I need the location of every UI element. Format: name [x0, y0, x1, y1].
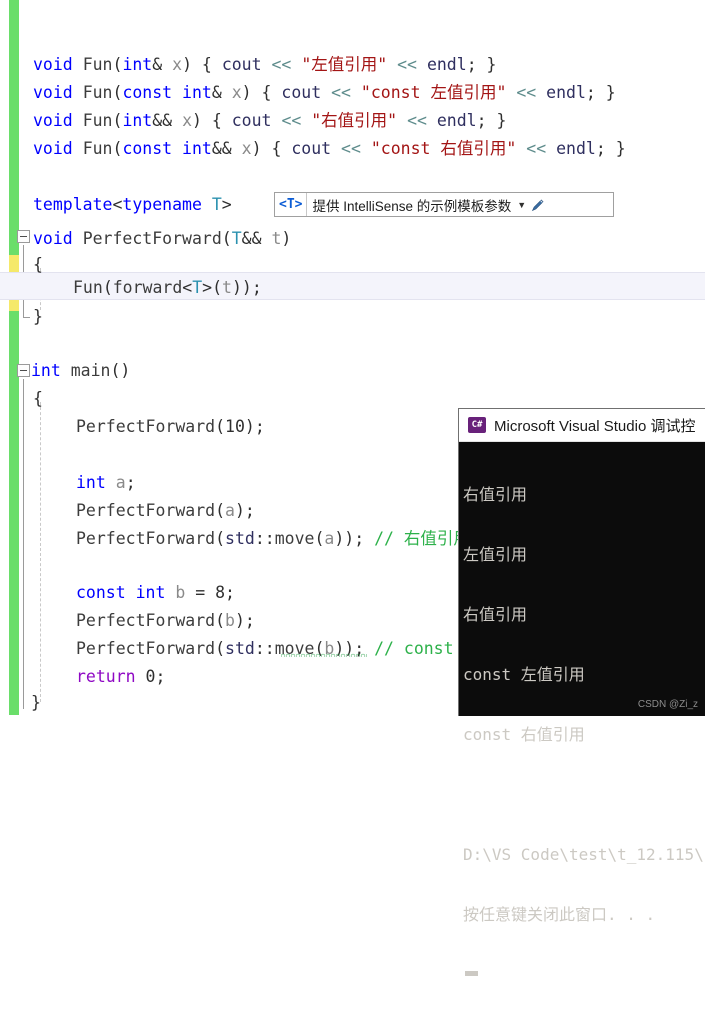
token-string-const-lvalue: "const 左值引用": [360, 83, 507, 102]
code-line-3[interactable]: void Fun(int& x) { cout << "左值引用" << end…: [0, 52, 705, 78]
console-cursor: [465, 971, 478, 976]
token-keyword-int-a: int: [76, 473, 106, 492]
template-param-badge: <T>: [275, 193, 308, 216]
token-keyword-int: int: [122, 55, 153, 74]
intellisense-label: 提供 IntelliSense 的示例模板参数: [312, 198, 512, 214]
console-output-line: 左值引用: [463, 545, 528, 564]
token-function-fun-2: Fun: [82, 83, 113, 102]
token-function-forward: forward: [112, 278, 183, 297]
token-endl-4: endl: [556, 139, 596, 158]
code-line-4[interactable]: void Fun(const int& x) { cout << "const …: [0, 80, 705, 106]
token-keyword-int-4: int: [182, 139, 212, 158]
token-var-a: a: [115, 473, 126, 492]
console-prompt-line: 按任意键关闭此窗口. . .: [463, 905, 656, 924]
token-keyword-void-4: void: [33, 139, 73, 158]
token-keyword-const: const: [122, 83, 173, 102]
token-number-8: 8: [215, 583, 226, 602]
debug-console-window[interactable]: C# Microsoft Visual Studio 调试控 右值引用 左值引用…: [458, 408, 705, 976]
token-type-T: T: [211, 195, 222, 214]
token-param-t: t: [271, 229, 282, 248]
csharp-console-icon: C#: [468, 417, 486, 433]
token-cout-4: cout: [291, 139, 332, 158]
token-function-fun-call: Fun: [73, 278, 103, 297]
console-title-text: Microsoft Visual Studio 调试控: [494, 417, 696, 435]
token-call-pf-2: PerfectForward: [76, 501, 216, 520]
token-comment-rvalue: // 右值引用: [374, 529, 470, 548]
token-param-x-4: x: [241, 139, 252, 158]
token-keyword-int-main: int: [31, 361, 61, 380]
token-keyword-void-2: void: [33, 83, 73, 102]
token-cout-2: cout: [281, 83, 322, 102]
intellisense-template-param-widget[interactable]: <T> 提供 IntelliSense 的示例模板参数 ▼: [274, 192, 614, 217]
token-keyword-template: template: [33, 195, 113, 214]
token-arg-a-2: a: [324, 529, 335, 548]
code-line-6[interactable]: void Fun(const int&& x) { cout << "const…: [0, 136, 705, 162]
token-number-0: 0: [145, 667, 156, 686]
console-title-bar[interactable]: C# Microsoft Visual Studio 调试控: [459, 409, 705, 442]
token-arg-t: t: [222, 278, 232, 297]
token-function-fun-4: Fun: [82, 139, 113, 158]
token-type-T-2: T: [231, 229, 242, 248]
code-line-5[interactable]: void Fun(int&& x) { cout << "右值引用" << en…: [0, 108, 705, 134]
code-line-12[interactable]: }: [0, 304, 705, 330]
token-call-pf-5: PerfectForward: [76, 639, 216, 658]
token-endl-3: endl: [436, 111, 477, 130]
token-type-T-3: T: [192, 278, 203, 297]
pencil-icon[interactable]: [531, 198, 551, 212]
token-endl-2: endl: [546, 83, 586, 102]
token-call-pf-1: PerfectForward: [76, 417, 216, 436]
token-arg-b: b: [225, 611, 235, 630]
chevron-down-icon[interactable]: ▼: [517, 200, 531, 210]
token-keyword-int-2: int: [182, 83, 212, 102]
token-string-lvalue: "左值引用": [301, 55, 388, 74]
visual-studio-editor-screenshot: void Fun(int& x) { cout << "左值引用" << end…: [0, 0, 705, 976]
token-ns-std: std: [225, 529, 255, 548]
token-function-fun-3: Fun: [82, 111, 113, 130]
code-line-11[interactable]: Fun(forward<T>(t));: [0, 275, 705, 301]
code-line-14[interactable]: int main(): [0, 358, 705, 384]
token-function-fun: Fun: [82, 55, 113, 74]
token-call-pf-3: PerfectForward: [76, 529, 216, 548]
error-squiggle-move-b: [281, 653, 367, 657]
token-endl: endl: [426, 55, 467, 74]
token-keyword-void: void: [33, 55, 73, 74]
token-keyword-int-3: int: [122, 111, 153, 130]
console-output-line: 右值引用: [463, 605, 528, 624]
token-keyword-return: return: [76, 667, 136, 686]
token-function-main: main: [70, 361, 111, 380]
token-param-x-2: x: [231, 83, 242, 102]
token-keyword-const-2: const: [122, 139, 173, 158]
token-cout-3: cout: [231, 111, 272, 130]
token-param-x: x: [172, 55, 183, 74]
token-keyword-int-b: int: [135, 583, 166, 602]
token-param-x-3: x: [182, 111, 192, 130]
console-output-line: 右值引用: [463, 485, 528, 504]
token-string-const-rvalue: "const 右值引用": [370, 139, 517, 158]
token-ns-std-2: std: [225, 639, 255, 658]
watermark: CSDN @Zi_z: [637, 699, 698, 710]
token-keyword-void-3: void: [33, 111, 73, 130]
token-function-move: move: [274, 529, 315, 548]
console-output-line: const 左值引用: [463, 665, 585, 684]
token-arg-a: a: [225, 501, 235, 520]
token-shift-op: <<: [271, 55, 292, 74]
console-output-area: 右值引用 左值引用 右值引用 const 左值引用 const 右值引用 D:\…: [459, 442, 705, 1016]
token-keyword-void-5: void: [33, 229, 73, 248]
console-path-line: D:\VS Code\test\t_12.115\: [463, 845, 704, 864]
token-cout: cout: [221, 55, 262, 74]
token-number-10: 10: [225, 417, 245, 436]
token-string-rvalue: "右值引用": [311, 111, 398, 130]
console-output-line: const 右值引用: [463, 725, 585, 744]
code-line-9[interactable]: void PerfectForward(T&& t): [0, 226, 705, 252]
token-keyword-typename: typename: [122, 195, 202, 214]
token-var-b: b: [175, 583, 186, 602]
token-call-pf-4: PerfectForward: [76, 611, 216, 630]
token-keyword-const-b: const: [76, 583, 126, 602]
token-function-perfectforward: PerfectForward: [82, 229, 222, 248]
